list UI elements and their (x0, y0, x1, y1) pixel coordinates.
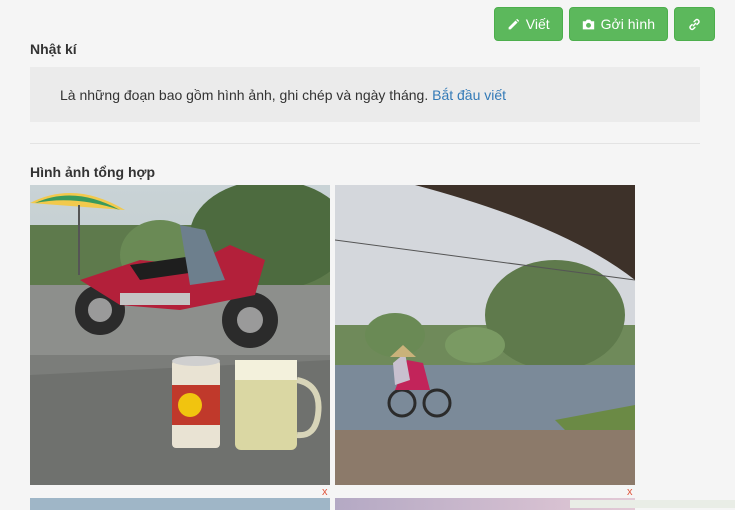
diary-description: Là những đoạn bao gồm hình ảnh, ghi chép… (60, 87, 429, 103)
start-writing-link[interactable]: Bắt đầu viết (432, 87, 506, 103)
link-button[interactable] (674, 7, 715, 41)
gallery-title: Hình ảnh tổng hợp (30, 164, 156, 180)
partial-panel (570, 500, 735, 508)
diary-title: Nhật kí (30, 41, 77, 57)
send-photo-button-label: Gởi hình (600, 16, 655, 32)
gallery-photo-3[interactable] (30, 498, 330, 510)
remove-photo-1-button[interactable]: x (322, 487, 328, 498)
remove-photo-2-button[interactable]: x (627, 487, 633, 498)
divider (30, 143, 700, 144)
rain-photo-image (335, 185, 635, 485)
diary-info-box: Là những đoạn bao gồm hình ảnh, ghi chép… (30, 67, 700, 122)
write-button-label: Viết (525, 16, 550, 32)
pencil-icon (508, 18, 519, 29)
send-photo-button[interactable]: Gởi hình (568, 7, 668, 41)
toolbar: Viết Gởi hình (493, 7, 715, 41)
beer-can-shape (172, 356, 220, 448)
write-button[interactable]: Viết (493, 7, 563, 41)
motorbike-photo-image (30, 185, 330, 485)
camera-icon (582, 19, 594, 29)
gallery-photo-rain-cyclist[interactable] (335, 185, 635, 485)
link-icon (689, 18, 700, 30)
gallery-photo-motorbike[interactable] (30, 185, 330, 485)
